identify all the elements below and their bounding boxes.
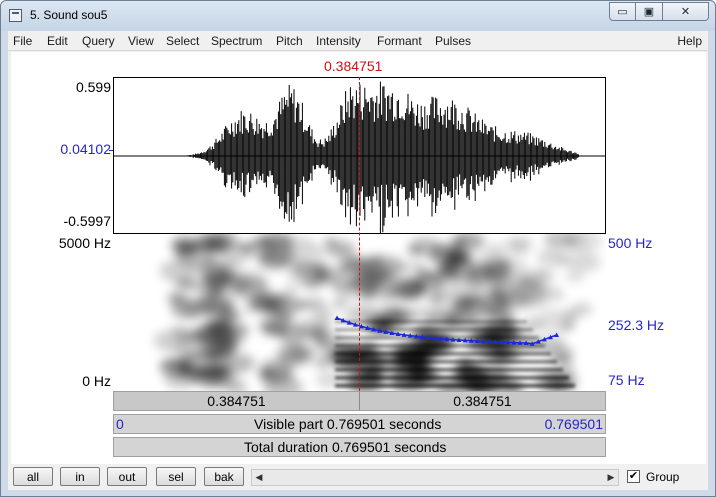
visible-part-text: Visible part 0.769501 seconds	[254, 416, 442, 432]
sound-editor-window: 5. Sound sou5 ▭ ▣ ✕ File Edit Query View…	[0, 0, 716, 497]
zoom-back-button[interactable]: bak	[204, 467, 244, 486]
right-part-time[interactable]: 0.384751	[360, 392, 605, 410]
scroll-right-icon[interactable]: ▶	[604, 470, 618, 485]
minimize-button[interactable]: ▭	[609, 2, 636, 21]
title-bar[interactable]: 5. Sound sou5 ▭ ▣ ✕	[1, 1, 715, 31]
cursor-line	[359, 77, 360, 391]
menu-intensity[interactable]: Intensity	[316, 34, 361, 48]
menu-file[interactable]: File	[13, 34, 32, 48]
editor-client-area: File Edit Query View Select Spectrum Pit…	[8, 31, 708, 490]
window-title: 5. Sound sou5	[30, 8, 108, 22]
window-controls: ▭ ▣ ✕	[609, 2, 709, 21]
visible-start-label: 0	[116, 416, 124, 432]
menu-query[interactable]: Query	[82, 34, 115, 48]
spectrogram-bottom-freq-label: 0 Hz	[82, 373, 111, 389]
total-duration-bar[interactable]: Total duration 0.769501 seconds	[113, 437, 606, 457]
editor-canvas[interactable]: 0.384751 0.599 0.04102 -0.5997 5000 Hz 0…	[11, 52, 706, 464]
waveform-min-label: -0.5997	[63, 213, 111, 229]
waveform-cursor-value-label: 0.04102	[60, 141, 111, 157]
time-scrollbar[interactable]: ◀ ▶	[251, 469, 619, 486]
pitch-top-label: 500 Hz	[608, 235, 653, 251]
visible-part-bar[interactable]: 0 Visible part 0.769501 seconds 0.769501	[113, 414, 606, 434]
cursor-time-bar[interactable]: 0.384751 0.384751	[113, 391, 606, 411]
menu-bar: File Edit Query View Select Spectrum Pit…	[8, 31, 708, 51]
scroll-left-icon[interactable]: ◀	[252, 470, 266, 485]
menu-edit[interactable]: Edit	[47, 34, 68, 48]
close-button[interactable]: ✕	[663, 2, 709, 21]
spectrogram-top-freq-label: 5000 Hz	[58, 235, 111, 251]
menu-select[interactable]: Select	[166, 34, 199, 48]
bottom-toolbar: all in out sel bak ◀ ▶ ✔ Group	[8, 464, 708, 490]
menu-pulses[interactable]: Pulses	[435, 34, 471, 48]
zoom-all-button[interactable]: all	[13, 467, 53, 486]
pitch-cursor-label: 252.3 Hz	[608, 317, 665, 333]
visible-end-label: 0.769501	[544, 416, 603, 432]
window-app-icon[interactable]	[9, 9, 22, 22]
waveform-max-label: 0.599	[75, 79, 111, 95]
pitch-bottom-label: 75 Hz	[608, 372, 645, 388]
zoom-out-button[interactable]: out	[107, 467, 147, 486]
menu-pitch[interactable]: Pitch	[276, 34, 303, 48]
menu-formant[interactable]: Formant	[377, 34, 422, 48]
group-label: Group	[646, 470, 680, 484]
menu-view[interactable]: View	[128, 34, 154, 48]
group-checkbox[interactable]: ✔	[627, 470, 640, 483]
cursor-time-label: 0.384751	[324, 58, 383, 74]
zoom-selection-button[interactable]: sel	[156, 467, 196, 486]
maximize-button[interactable]: ▣	[636, 2, 663, 21]
menu-spectrum[interactable]: Spectrum	[211, 34, 262, 48]
left-part-time[interactable]: 0.384751	[114, 392, 359, 410]
zoom-in-button[interactable]: in	[60, 467, 100, 486]
menu-help[interactable]: Help	[677, 34, 702, 48]
total-duration-text: Total duration 0.769501 seconds	[244, 439, 447, 455]
